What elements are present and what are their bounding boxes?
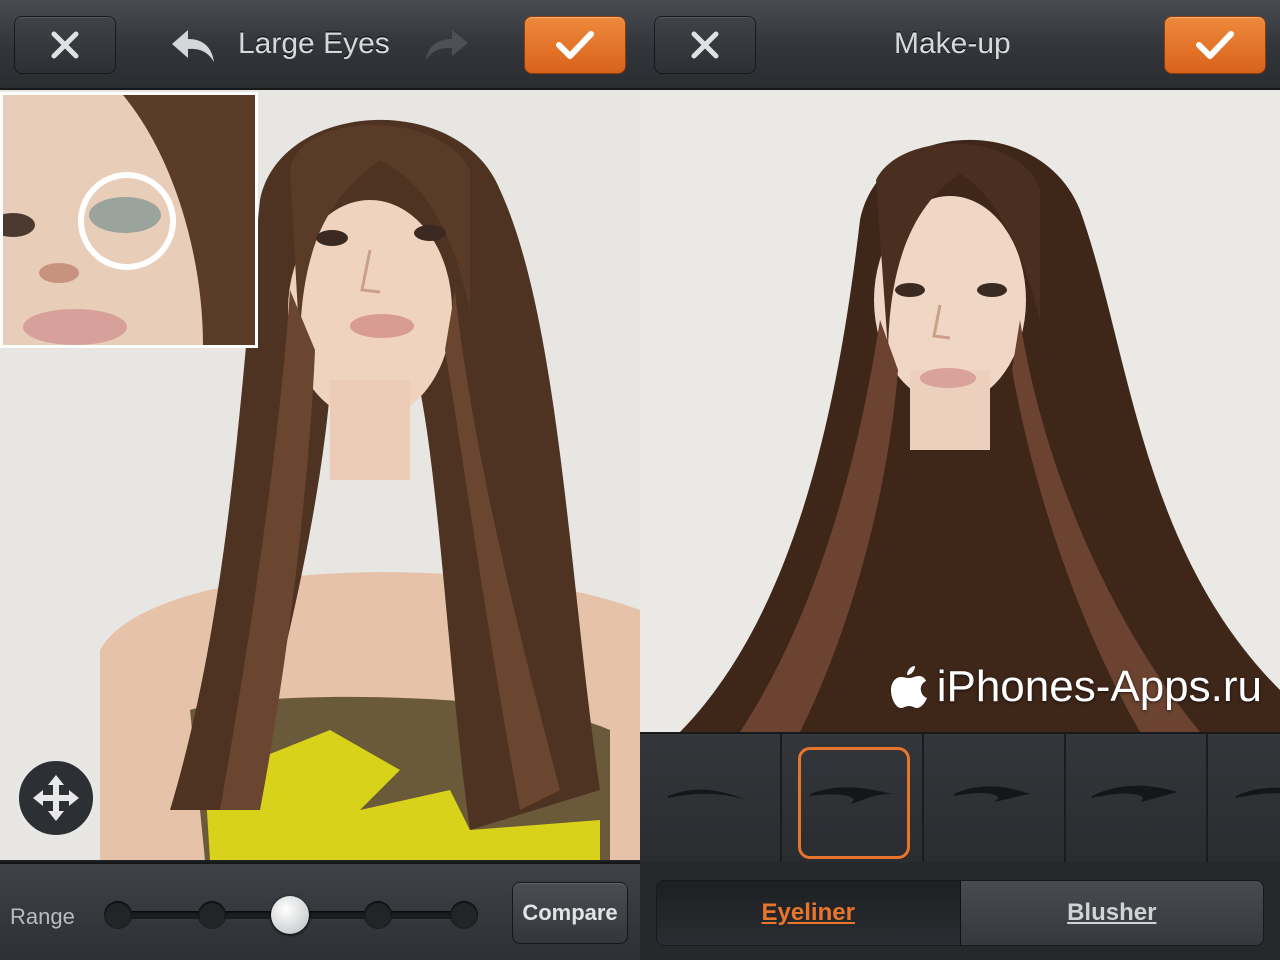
style-option[interactable]	[1208, 734, 1280, 862]
watermark-text: iPhones-Apps.ru	[936, 662, 1262, 711]
range-label: Range	[10, 904, 75, 929]
slider-knob[interactable]	[271, 896, 309, 934]
category-tabs: Eyeliner Blusher	[656, 880, 1264, 946]
range-slider[interactable]	[104, 896, 478, 934]
undo-icon[interactable]	[170, 26, 216, 66]
makeup-screen: Make-up iPhones-Apps.ru Eyeliner Blusher	[640, 0, 1280, 960]
watermark: iPhones-Apps.ru	[890, 662, 1262, 712]
screen-title: Large Eyes	[238, 27, 390, 60]
eyeliner-icon	[1092, 785, 1178, 802]
bottom-toolbar: Range Compare	[0, 862, 640, 960]
move-button[interactable]	[16, 758, 96, 838]
portrait-photo	[640, 90, 1280, 732]
slider-stop[interactable]	[364, 901, 392, 929]
slider-stop[interactable]	[450, 901, 478, 929]
confirm-button[interactable]	[524, 16, 626, 74]
close-icon	[51, 31, 79, 59]
slider-stop[interactable]	[198, 901, 226, 929]
tab-eyeliner[interactable]: Eyeliner	[657, 881, 961, 945]
top-toolbar: Make-up	[640, 0, 1280, 90]
apple-logo-icon	[890, 666, 927, 708]
style-option[interactable]	[1066, 734, 1208, 862]
confirm-button[interactable]	[1164, 16, 1266, 74]
tab-blusher[interactable]: Blusher	[960, 881, 1263, 945]
style-option[interactable]	[640, 734, 782, 862]
eyeliner-icon	[954, 786, 1030, 802]
eyeliner-icon	[810, 787, 892, 804]
style-option-selected[interactable]	[782, 734, 924, 862]
move-icon	[33, 775, 79, 821]
compare-button[interactable]: Compare	[512, 882, 628, 944]
cancel-button[interactable]	[654, 16, 756, 74]
redo-icon[interactable]	[424, 28, 470, 64]
photo-canvas[interactable]	[640, 90, 1280, 732]
cancel-button[interactable]	[14, 16, 116, 74]
checkmark-icon	[556, 31, 594, 59]
magnifier-image	[3, 95, 255, 345]
style-option[interactable]	[924, 734, 1066, 862]
slider-stop[interactable]	[104, 901, 132, 929]
category-bar: Eyeliner Blusher	[640, 862, 1280, 960]
close-icon	[691, 31, 719, 59]
top-toolbar: Large Eyes	[0, 0, 640, 90]
style-picker	[640, 732, 1280, 862]
eyeliner-icon	[1236, 787, 1280, 798]
screen-title: Make-up	[894, 27, 1011, 60]
eyeliner-icon	[668, 789, 746, 800]
magnifier-preview	[0, 92, 258, 348]
large-eyes-screen: Large Eyes Range Compare	[0, 0, 640, 960]
checkmark-icon	[1196, 31, 1234, 59]
